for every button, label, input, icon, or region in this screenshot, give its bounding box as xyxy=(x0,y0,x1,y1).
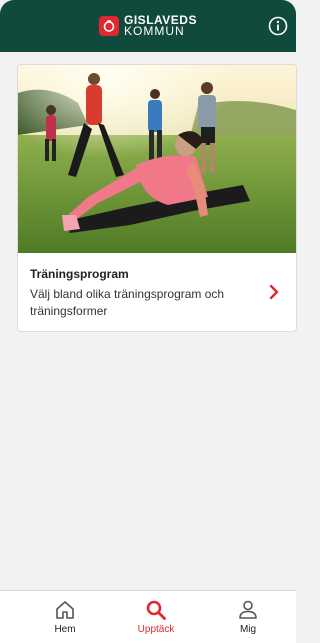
home-icon xyxy=(56,601,74,619)
chevron-right-icon[interactable] xyxy=(268,284,280,300)
card-title: Träningsprogram xyxy=(30,267,129,281)
app-header: GISLAVEDS KOMMUN xyxy=(0,0,296,52)
training-program-card[interactable]: Träningsprogram Välj bland olika träning… xyxy=(17,64,297,332)
outdoor-stretching-photo xyxy=(18,65,296,253)
bottom-tab-bar: Hem Upptäck Mig xyxy=(0,590,296,643)
tab-label-hem: Hem xyxy=(54,624,76,635)
info-icon[interactable] xyxy=(268,16,288,36)
tab-hem[interactable]: Hem xyxy=(35,599,95,635)
tab-mig[interactable]: Mig xyxy=(218,599,278,635)
logo: GISLAVEDS KOMMUN xyxy=(99,14,197,38)
tab-upptack[interactable]: Upptäck xyxy=(126,599,186,635)
card-description: Välj bland olika träningsprogram och trä… xyxy=(30,287,225,318)
person-icon xyxy=(239,600,257,619)
search-icon xyxy=(146,600,166,620)
tab-label-upptack: Upptäck xyxy=(137,624,175,635)
logo-line2: KOMMUN xyxy=(124,24,185,38)
tab-label-mig: Mig xyxy=(239,624,257,635)
logo-badge-icon xyxy=(99,16,120,36)
